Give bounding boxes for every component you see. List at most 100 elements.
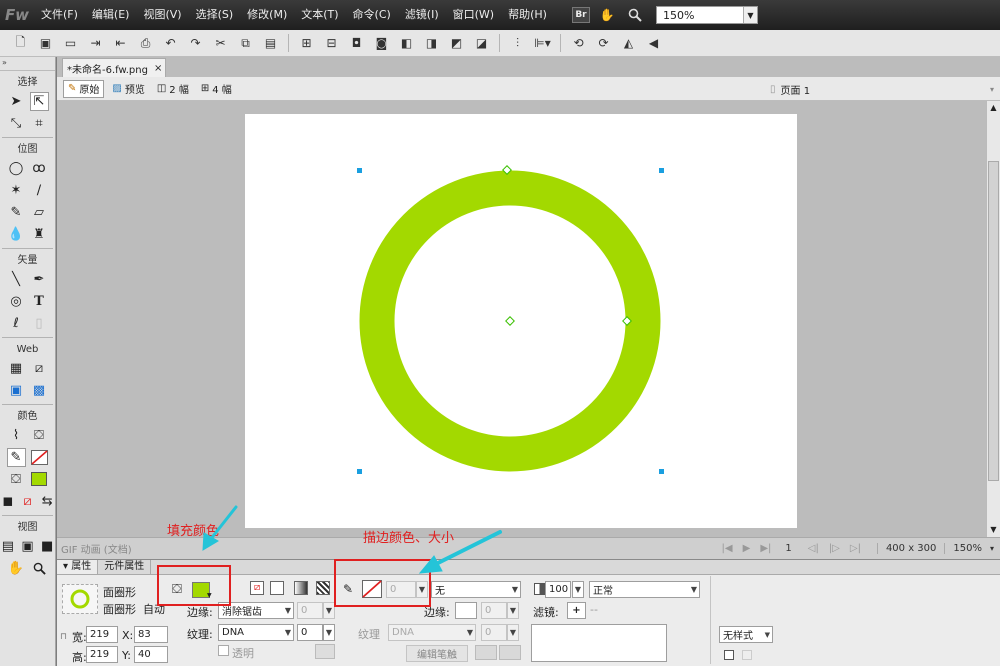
pen-tool-icon[interactable]: ✒ [30,270,49,289]
text-tool-icon[interactable]: T [30,292,49,311]
send-back-icon[interactable]: ◪ [472,34,491,53]
page-select[interactable]: ▯ 页面 1 ▾ [770,80,998,98]
canvas[interactable] [245,114,797,528]
fill-pattern-icon[interactable] [316,581,330,595]
document-tab[interactable]: *未命名-6.fw.png × [62,58,166,77]
group-icon[interactable]: ⊞ [297,34,316,53]
stroke-edge-field[interactable] [455,602,477,619]
import-icon[interactable]: ⇥ [86,34,105,53]
document-size[interactable]: 400 x 300 [876,543,946,554]
texture-amount-field[interactable]: 0 [297,624,323,641]
filters-list[interactable] [531,624,667,662]
stroke-edge-arrow[interactable]: ▼ [507,602,519,619]
statusbar-zoom[interactable]: 150% [953,543,982,554]
stroke-type-select[interactable]: 无 ▼ [431,581,521,598]
menu-edit[interactable]: 编辑(E) [85,0,137,30]
selection-handle[interactable] [357,469,362,474]
flip-horizontal-icon[interactable]: ◭ [619,34,638,53]
zoom-icon[interactable] [624,6,646,24]
align-dropdown-icon[interactable]: ⊫▾ [533,34,552,53]
edit-stroke-button[interactable]: 编辑笔触 [406,645,468,662]
line-tool-icon[interactable]: ╲ [7,270,26,289]
close-icon[interactable]: × [154,63,162,74]
blend-mode-select[interactable]: 正常 ▼ [589,581,700,598]
menu-file[interactable]: 文件(F) [34,0,85,30]
menu-commands[interactable]: 命令(C) [346,0,398,30]
texture-settings-icon[interactable] [315,644,335,659]
opacity-arrow[interactable]: ▼ [572,581,584,598]
pencil-tool-icon[interactable]: ✎ [7,203,26,222]
edge-amount-field[interactable]: 0 [297,602,323,619]
style-select[interactable]: 无样式 ▼ [719,626,773,643]
first-frame-icon[interactable]: |◀ [722,543,733,554]
knife-tool-icon[interactable]: ▯ [30,314,49,333]
selection-handle[interactable] [357,168,362,173]
open-icon[interactable]: ▭ [61,34,80,53]
x-field[interactable]: 83 [134,626,168,643]
fill-color-swatch[interactable] [30,470,49,489]
vertical-scrollbar[interactable]: ▲ ▼ [986,101,1000,537]
stroke-texture-amount[interactable]: 0 [481,624,507,641]
texture-amount-arrow[interactable]: ▼ [323,624,335,641]
zoom-select[interactable]: 150% ▼ [655,6,758,24]
cut-icon[interactable]: ✂ [211,34,230,53]
flip-vertical-icon[interactable]: ◀ [644,34,663,53]
fill-solid-icon[interactable] [270,581,284,595]
fill-none-icon[interactable]: ⧄ [250,581,264,595]
brush-tool-icon[interactable]: ∕ [30,181,49,200]
last-frame-icon[interactable]: ▶| [760,543,771,554]
lock-icon[interactable]: ⊓ [60,632,67,642]
standard-screen-icon[interactable]: ▤ [0,537,16,556]
transparent-checkbox[interactable] [218,645,229,656]
menu-help[interactable]: 帮助(H) [501,0,554,30]
stroke-pencil-icon[interactable]: ✎ [6,447,26,467]
print-icon[interactable]: ⎙ [136,34,155,53]
stroke-edge-amount[interactable]: 0 [481,602,507,619]
menu-modify[interactable]: 修改(M) [240,0,294,30]
full-menu-screen-icon[interactable]: ▣ [20,537,36,556]
paste-icon[interactable]: ▤ [261,34,280,53]
full-screen-icon[interactable]: ■ [39,537,55,556]
prev-frame-icon[interactable]: ◁| [808,543,819,554]
eraser-tool-icon[interactable]: ▱ [30,203,49,222]
export-icon[interactable]: ⇤ [111,34,130,53]
width-field[interactable]: 219 [86,626,118,643]
split-icon[interactable]: ◙ [372,34,391,53]
bring-front-icon[interactable]: ◩ [447,34,466,53]
selection-handle[interactable] [659,469,664,474]
undo-icon[interactable]: ↶ [161,34,180,53]
hand-icon[interactable]: ✋ [596,6,618,24]
step-icon[interactable]: ▷| [850,543,861,554]
blur-tool-icon[interactable]: 💧 [7,225,26,244]
next-frame-icon[interactable]: |▷ [829,543,840,554]
stamp-tool-icon[interactable]: ♜ [30,225,49,244]
align-icon[interactable]: ⫶ [508,34,527,53]
stroke-option-icon[interactable] [475,645,497,660]
redo-icon[interactable]: ↷ [186,34,205,53]
ungroup-icon[interactable]: ⊟ [322,34,341,53]
selection-handle[interactable] [659,168,664,173]
join-icon[interactable]: ◘ [347,34,366,53]
play-icon[interactable]: ▶ [743,543,751,554]
slice-tool-icon[interactable]: ⧄ [30,359,49,378]
scale-tool-icon[interactable]: ⤡ [7,114,26,133]
hand-tool-icon[interactable]: ✋ [7,559,26,578]
tab-symbol-properties[interactable]: 元件属性 [98,560,152,574]
menu-view[interactable]: 视图(V) [136,0,188,30]
new-file-icon[interactable]: 🗋 [11,34,30,53]
opacity-field[interactable]: 100 [545,581,571,598]
texture-select[interactable]: DNA ▼ [218,624,294,641]
y-field[interactable]: 40 [134,646,168,663]
save-icon[interactable]: ▣ [36,34,55,53]
paint-bucket-tool-icon[interactable]: ⛋ [30,426,49,445]
bridge-button[interactable]: Br [571,7,590,23]
subselect-tool-icon[interactable]: ⇱ [29,91,49,111]
delete-style-icon[interactable] [742,650,752,660]
stroke-delete-icon[interactable] [499,645,521,660]
stroke-color-swatch[interactable] [30,448,49,467]
filters-delete[interactable]: -- [590,603,598,616]
menu-filters[interactable]: 滤镜(I) [398,0,446,30]
ellipse-tool-icon[interactable]: ◎ [7,292,26,311]
magic-wand-tool-icon[interactable]: ✶ [7,181,26,200]
panel-collapse-icon[interactable]: » [0,57,55,71]
